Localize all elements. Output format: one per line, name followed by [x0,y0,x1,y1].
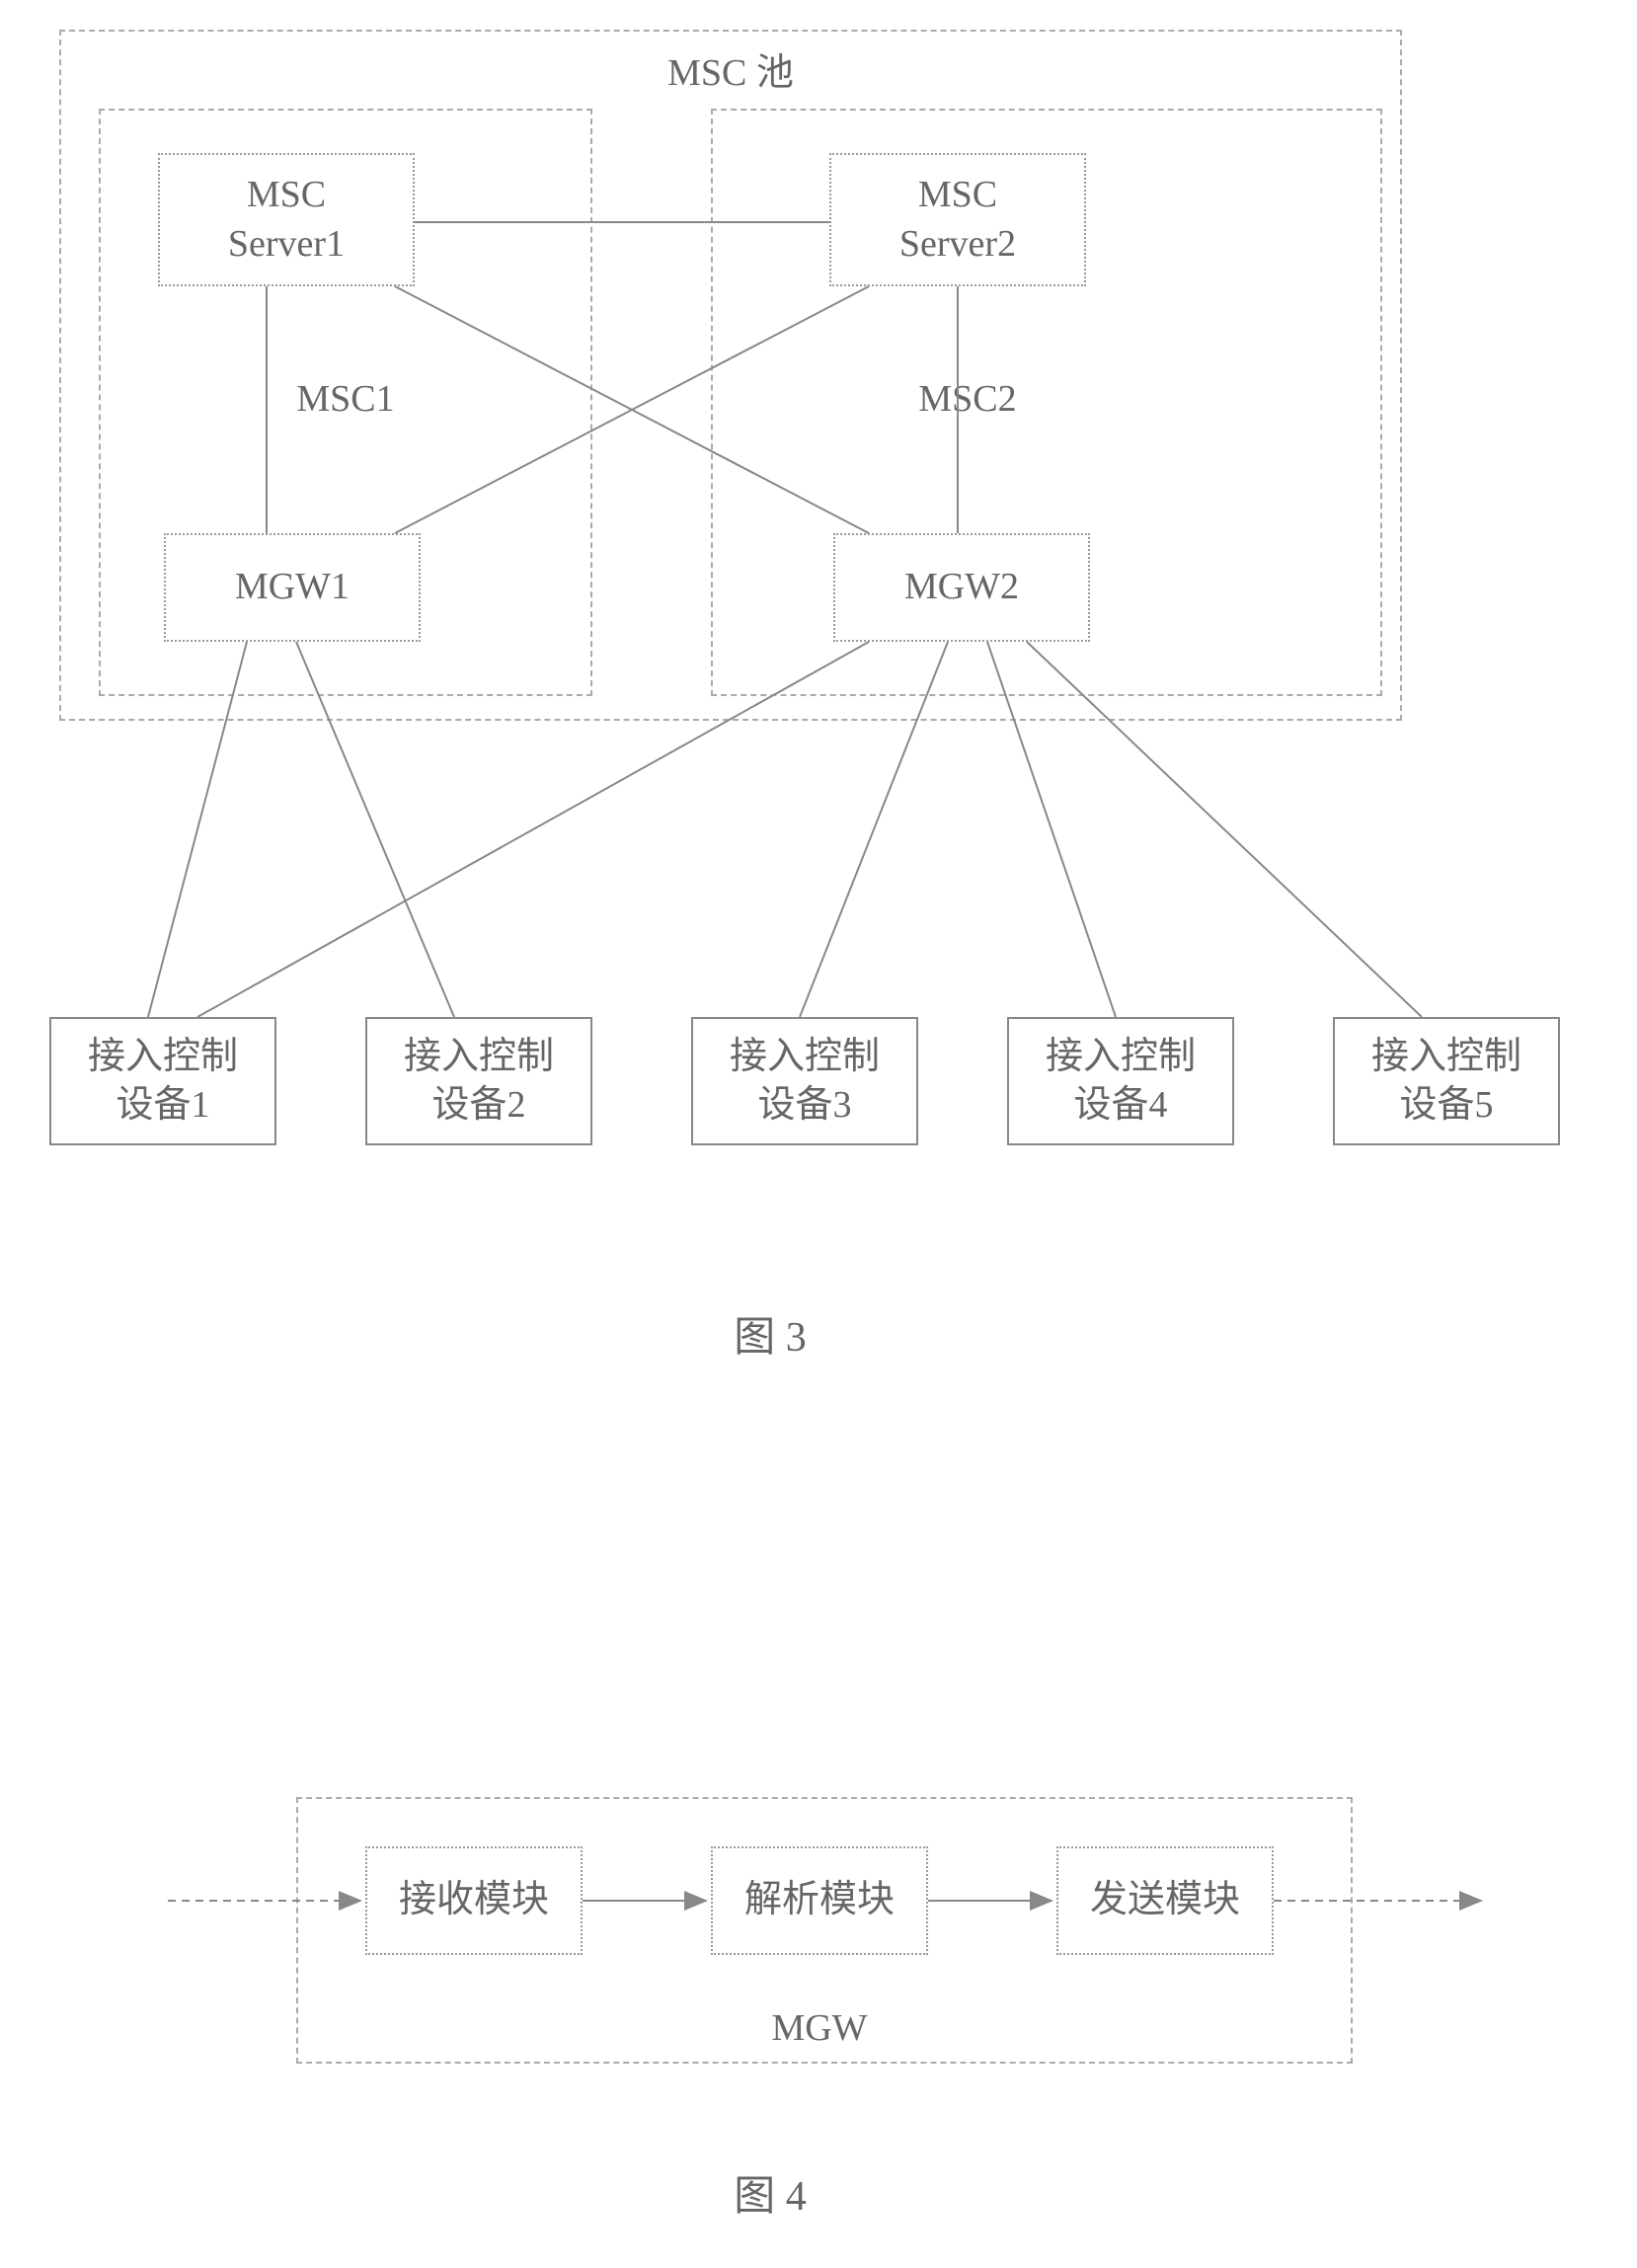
mgw1-label: MGW1 [235,563,350,611]
device1-line2: 设备1 [116,1084,209,1126]
send-module-box: 发送模块 [1056,1846,1274,1955]
device4-box: 接入控制 设备4 [1007,1017,1234,1145]
device5-line1: 接入控制 [1371,1036,1521,1077]
msc2-label: MSC2 [898,375,1037,424]
device5-line2: 设备5 [1399,1084,1493,1126]
receive-module-box: 接收模块 [365,1846,583,1955]
receive-module-label: 接收模块 [399,1876,549,1924]
msc-server2-box: MSC Server2 [829,153,1086,286]
device1-line1: 接入控制 [88,1036,238,1077]
parse-module-label: 解析模块 [744,1876,895,1924]
msc-server1-box: MSC Server1 [158,153,415,286]
mgw1-box: MGW1 [164,533,421,642]
parse-module-box: 解析模块 [711,1846,928,1955]
fig4-caption: 图 4 [671,2162,869,2223]
msc1-label: MSC1 [276,375,415,424]
device4-line1: 接入控制 [1046,1036,1196,1077]
device4-line2: 设备4 [1073,1084,1167,1126]
device1-box: 接入控制 设备1 [49,1017,276,1145]
mgw2-box: MGW2 [833,533,1090,642]
device3-line2: 设备3 [757,1084,851,1126]
device5-box: 接入控制 设备5 [1333,1017,1560,1145]
device2-line2: 设备2 [431,1084,525,1126]
mgw2-label: MGW2 [904,563,1019,611]
msc-server2-line1: MSC [918,174,997,215]
device2-line1: 接入控制 [404,1036,554,1077]
device3-line1: 接入控制 [730,1036,880,1077]
msc-server1-line2: Server1 [228,223,345,265]
msc-server1-line1: MSC [247,174,326,215]
device2-box: 接入控制 设备2 [365,1017,592,1145]
fig3-caption: 图 3 [671,1303,869,1364]
device3-box: 接入控制 设备3 [691,1017,918,1145]
send-module-label: 发送模块 [1090,1876,1240,1924]
msc-server2-line2: Server2 [899,223,1016,265]
mgw-container-label: MGW [750,2004,889,2053]
msc-pool-title: MSC 池 [592,49,869,98]
